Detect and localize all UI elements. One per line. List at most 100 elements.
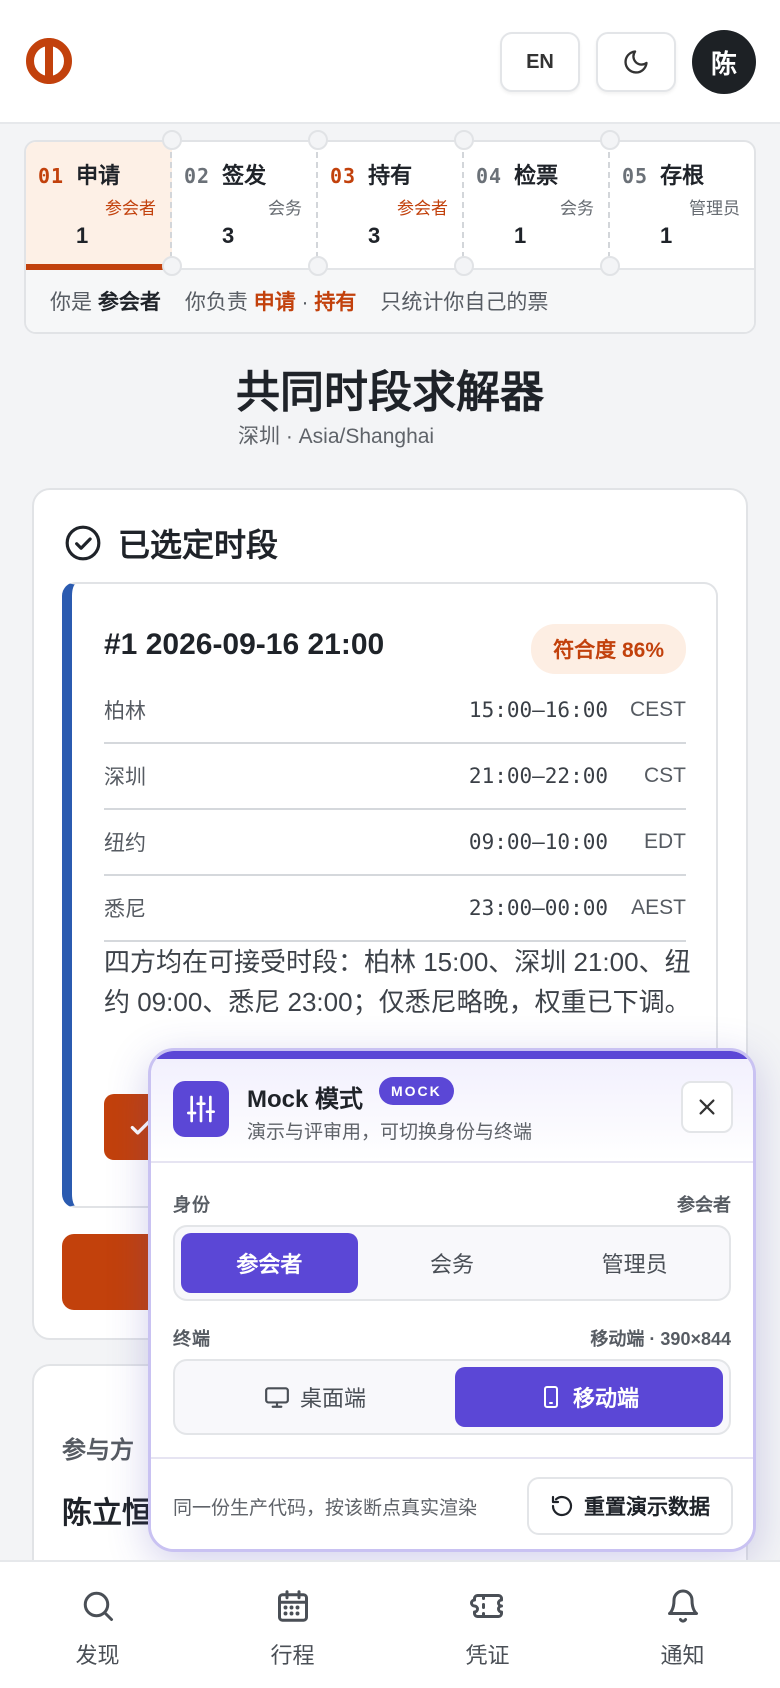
timezone-row: 柏林 15:00–16:00 CEST bbox=[104, 678, 686, 744]
responsibility-info: 你负责 申请 · 持有 bbox=[184, 291, 357, 314]
step-number: 03 bbox=[330, 164, 357, 188]
step-count: 1 bbox=[660, 223, 673, 248]
step-header: 01 申请 bbox=[38, 158, 156, 190]
terminal-option[interactable]: 桌面端 bbox=[181, 1367, 449, 1427]
timezone-abbr: CST bbox=[644, 764, 686, 787]
mock-tag-badge: MOCK bbox=[379, 1077, 454, 1105]
terminal-value: 移动端 · 390×844 bbox=[590, 1329, 731, 1349]
timezone-row: 悉尼 23:00–00:00 AEST bbox=[104, 876, 686, 942]
ticket-flow-stepper: 01 申请 参会者 1 02 签发 会务 3 03 持有 参会者 3 04 检票 会务 1 05 存根 管理员 1 你… bbox=[24, 140, 756, 334]
step-count: 3 bbox=[368, 223, 381, 248]
close-icon bbox=[699, 1099, 715, 1115]
user-avatar[interactable]: 陈 bbox=[692, 30, 756, 94]
identity-option[interactable]: 会务 bbox=[364, 1233, 541, 1293]
smartphone-icon bbox=[543, 1386, 558, 1408]
step-header: 04 检票 bbox=[476, 158, 594, 190]
identity-label: 身份 bbox=[173, 1195, 211, 1215]
identity-option[interactable]: 参会者 bbox=[181, 1233, 358, 1293]
nav-label: 凭证 bbox=[465, 1643, 510, 1668]
ticket-notch bbox=[454, 256, 474, 276]
brand-logo[interactable] bbox=[24, 36, 74, 86]
calendar-icon bbox=[275, 1588, 311, 1630]
step-name: 持有 bbox=[368, 163, 413, 188]
check-circle-icon bbox=[65, 525, 101, 561]
nav-label: 发现 bbox=[75, 1643, 120, 1668]
nav-item-0[interactable]: 发现 bbox=[0, 1562, 195, 1688]
step-05[interactable]: 05 存根管理员 1 bbox=[610, 142, 754, 268]
step-role: 管理员 bbox=[689, 199, 740, 218]
step-header: 03 持有 bbox=[330, 158, 448, 190]
participant-name: 陈立恒 bbox=[62, 1497, 152, 1530]
identity-segmented-control: 参会者 会务 管理员 bbox=[173, 1225, 731, 1301]
close-button[interactable] bbox=[681, 1081, 733, 1133]
slot-note: 四方均在可接受时段：柏林 15:00、深圳 21:00、纽约 09:00、悉尼 … bbox=[104, 947, 691, 1017]
ticket-notch bbox=[600, 130, 620, 150]
ticket-notch bbox=[454, 130, 474, 150]
card-heading: 已选定时段 bbox=[118, 527, 279, 563]
step-number: 05 bbox=[622, 164, 649, 188]
step-role: 参会者 bbox=[105, 199, 156, 218]
ticket-notch bbox=[162, 130, 182, 150]
timezone-abbr: CEST bbox=[629, 698, 686, 721]
step-role: 会务 bbox=[268, 199, 302, 218]
language-button[interactable]: EN bbox=[500, 32, 580, 92]
ticket-notch bbox=[308, 130, 328, 150]
step-count: 3 bbox=[222, 223, 235, 248]
time-range: 15:00–16:00 bbox=[468, 698, 608, 722]
mock-panel-header bbox=[151, 1051, 753, 1163]
theme-toggle-button[interactable] bbox=[596, 32, 676, 92]
mock-accent-bar bbox=[151, 1051, 753, 1059]
city-name: 悉尼 bbox=[104, 898, 146, 921]
slot-title: #1 2026-09-16 21:00 bbox=[104, 628, 385, 661]
step-name: 申请 bbox=[76, 163, 121, 188]
bell-icon bbox=[665, 1588, 701, 1630]
mock-title: Mock 模式 bbox=[247, 1086, 364, 1113]
step-01[interactable]: 01 申请参会者 1 bbox=[26, 142, 172, 270]
timezone-list: 柏林 15:00–16:00 CEST 深圳 21:00–22:00 CST 纽约 09:00… bbox=[104, 678, 686, 942]
terminal-label-row: 终端 移动端 · 390×844 bbox=[173, 1325, 731, 1351]
step-count: 1 bbox=[76, 223, 89, 248]
nav-item-1[interactable]: 行程 bbox=[195, 1562, 390, 1688]
nav-item-3[interactable]: 通知 bbox=[585, 1562, 780, 1688]
moon-icon bbox=[624, 50, 648, 74]
step-name: 检票 bbox=[514, 163, 559, 188]
footer-note: 同一份生产代码，按该断点真实渲染 bbox=[173, 1498, 478, 1519]
terminal-option-label: 移动端 bbox=[572, 1386, 639, 1411]
step-04[interactable]: 04 检票 会务 1 bbox=[464, 142, 610, 268]
ticket-notch bbox=[162, 256, 182, 276]
city-name: 纽约 bbox=[104, 832, 146, 855]
participants-label: 参与方 bbox=[62, 1437, 134, 1464]
step-03[interactable]: 03 持有参会者 3 bbox=[318, 142, 464, 268]
terminal-option[interactable]: 移动端 bbox=[455, 1367, 723, 1427]
step-count: 1 bbox=[514, 223, 527, 248]
steps-row: 01 申请 参会者 1 02 签发 会务 3 03 持有 参会者 3 04 检票 会务 1 05 存根 管理员 1 bbox=[26, 142, 754, 270]
reset-icon bbox=[551, 1495, 573, 1517]
ticket-icon bbox=[469, 1588, 507, 1630]
mock-panel-footer: 同一份生产代码，按该断点真实渲染 重置演示数据 bbox=[151, 1457, 753, 1549]
step-role: 参会者 bbox=[397, 199, 448, 218]
role-info: 你是 参会者 bbox=[50, 291, 161, 314]
role-strip: 你是 参会者 你负责 申请 · 持有 只统计你自己的票 bbox=[26, 270, 754, 332]
timezone-row: 纽约 09:00–10:00 EDT bbox=[104, 810, 686, 876]
reset-label: 重置演示数据 bbox=[584, 1496, 710, 1519]
reset-demo-data-button[interactable]: 重置演示数据 bbox=[527, 1477, 733, 1535]
count-scope-note: 只统计你自己的票 bbox=[380, 291, 549, 314]
step-02[interactable]: 02 签发会务 3 bbox=[172, 142, 318, 268]
top-bar: EN 陈 bbox=[0, 0, 780, 124]
city-name: 柏林 bbox=[104, 700, 146, 723]
time-range: 23:00–00:00 bbox=[468, 896, 608, 920]
step-number: 01 bbox=[38, 164, 65, 188]
identity-option[interactable]: 管理员 bbox=[546, 1233, 723, 1293]
bottom-navigation: 发现 行程 凭证 通知 bbox=[0, 1560, 780, 1688]
page-title: 共同时段求解器 bbox=[236, 368, 544, 417]
step-name: 签发 bbox=[222, 163, 267, 188]
timezone-row: 深圳 21:00–22:00 CST bbox=[104, 744, 686, 810]
step-role: 会务 bbox=[560, 199, 594, 218]
step-header: 02 签发 bbox=[184, 158, 302, 190]
nav-item-2[interactable]: 凭证 bbox=[390, 1562, 585, 1688]
terminal-label: 终端 bbox=[173, 1329, 211, 1349]
step-number: 04 bbox=[476, 164, 503, 188]
step-name: 存根 bbox=[660, 163, 705, 188]
mock-description: 演示与评审用，可切换身份与终端 bbox=[247, 1122, 533, 1143]
nav-label: 通知 bbox=[660, 1643, 705, 1668]
